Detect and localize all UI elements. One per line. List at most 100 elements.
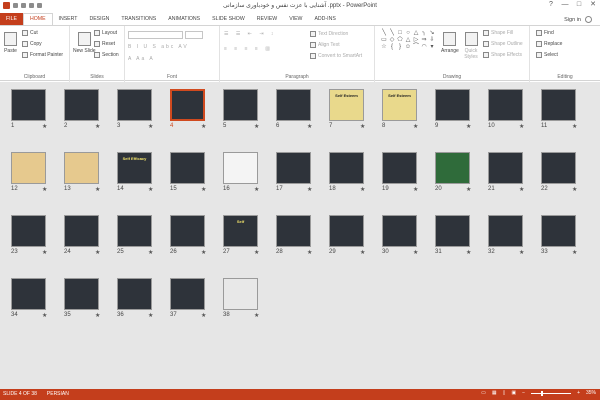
align-buttons[interactable]: ≡ ≡ ≡ ≡ ▥ bbox=[224, 46, 273, 52]
avatar[interactable] bbox=[585, 16, 592, 23]
slide-thumbnail[interactable] bbox=[329, 215, 364, 247]
slide-thumbnail[interactable] bbox=[223, 278, 258, 310]
slide-thumbnail[interactable]: Self bbox=[223, 215, 258, 247]
slide-thumbnail[interactable] bbox=[170, 278, 205, 310]
copy-button[interactable]: Copy bbox=[22, 41, 42, 47]
slide-thumbnail[interactable] bbox=[435, 215, 470, 247]
arrange-button[interactable]: Arrange bbox=[441, 32, 459, 54]
transition-star-icon[interactable]: ★ bbox=[360, 249, 365, 256]
normal-view-icon[interactable]: ▭ bbox=[481, 390, 486, 396]
transition-star-icon[interactable]: ★ bbox=[201, 186, 206, 193]
font-color-buttons[interactable]: A Aa A bbox=[128, 56, 155, 62]
slide-thumbnail[interactable] bbox=[223, 89, 258, 121]
list-buttons[interactable]: ☰ ☰ ⇤ ⇥ ↕ bbox=[224, 31, 276, 37]
font-format-buttons[interactable]: B I U S abc AV bbox=[128, 44, 189, 50]
transition-star-icon[interactable]: ★ bbox=[572, 249, 577, 256]
transition-star-icon[interactable]: ★ bbox=[466, 186, 471, 193]
transition-star-icon[interactable]: ★ bbox=[307, 186, 312, 193]
slide-thumbnail[interactable] bbox=[541, 152, 576, 184]
slide-thumbnail[interactable] bbox=[276, 152, 311, 184]
transition-star-icon[interactable]: ★ bbox=[201, 123, 206, 130]
slide-thumbnail[interactable] bbox=[11, 278, 46, 310]
transition-star-icon[interactable]: ★ bbox=[519, 249, 524, 256]
transition-star-icon[interactable]: ★ bbox=[519, 123, 524, 130]
slideshow-icon[interactable]: ▣ bbox=[511, 390, 516, 396]
slide-thumbnail[interactable] bbox=[276, 89, 311, 121]
transition-star-icon[interactable]: ★ bbox=[42, 312, 47, 319]
convert-smartart-button[interactable]: Convert to SmartArt bbox=[310, 53, 362, 59]
transition-star-icon[interactable]: ★ bbox=[201, 312, 206, 319]
transition-star-icon[interactable]: ★ bbox=[42, 249, 47, 256]
section-button[interactable]: Section bbox=[94, 52, 119, 58]
slide-thumbnail[interactable] bbox=[435, 89, 470, 121]
transition-star-icon[interactable]: ★ bbox=[360, 186, 365, 193]
find-button[interactable]: Find bbox=[536, 30, 554, 36]
sign-in[interactable]: Sign in bbox=[564, 16, 592, 23]
slide-thumbnail[interactable]: Self Esteem bbox=[329, 89, 364, 121]
slide-thumbnail[interactable] bbox=[11, 89, 46, 121]
tab-transitions[interactable]: TRANSITIONS bbox=[115, 13, 162, 25]
tab-insert[interactable]: INSERT bbox=[53, 13, 84, 25]
zoom-in-button[interactable]: + bbox=[577, 390, 580, 396]
maximize-icon[interactable]: □ bbox=[572, 0, 586, 10]
transition-star-icon[interactable]: ★ bbox=[307, 123, 312, 130]
help-icon[interactable]: ? bbox=[544, 0, 558, 10]
tab-file[interactable]: FILE bbox=[0, 13, 23, 25]
transition-star-icon[interactable]: ★ bbox=[95, 186, 100, 193]
transition-star-icon[interactable]: ★ bbox=[254, 249, 259, 256]
transition-star-icon[interactable]: ★ bbox=[307, 249, 312, 256]
slide-thumbnail[interactable] bbox=[223, 152, 258, 184]
slide-thumbnail[interactable] bbox=[64, 215, 99, 247]
shapes-gallery[interactable]: ╲ ╲ □ ○ △ ╮ ↘ ▭ ◇ ⬠ △ ▷ ⇒ ⇩ ☆{} ☺ ⌒ ◠ ▾ bbox=[380, 30, 436, 60]
slide-thumbnail[interactable] bbox=[64, 152, 99, 184]
slide-thumbnail[interactable] bbox=[117, 215, 152, 247]
slide-thumbnail[interactable]: Self Efficacy bbox=[117, 152, 152, 184]
shape-fill-button[interactable]: Shape Fill bbox=[483, 30, 513, 36]
cut-button[interactable]: Cut bbox=[22, 30, 38, 36]
transition-star-icon[interactable]: ★ bbox=[254, 312, 259, 319]
transition-star-icon[interactable]: ★ bbox=[413, 249, 418, 256]
transition-star-icon[interactable]: ★ bbox=[148, 312, 153, 319]
transition-star-icon[interactable]: ★ bbox=[201, 249, 206, 256]
transition-star-icon[interactable]: ★ bbox=[572, 123, 577, 130]
transition-star-icon[interactable]: ★ bbox=[42, 123, 47, 130]
transition-star-icon[interactable]: ★ bbox=[148, 249, 153, 256]
slide-thumbnail[interactable] bbox=[276, 215, 311, 247]
shape-outline-button[interactable]: Shape Outline bbox=[483, 41, 523, 47]
slide-thumbnail[interactable] bbox=[64, 89, 99, 121]
transition-star-icon[interactable]: ★ bbox=[95, 312, 100, 319]
slide-thumbnail[interactable] bbox=[488, 215, 523, 247]
layout-button[interactable]: Layout bbox=[94, 30, 117, 36]
tab-home[interactable]: HOME bbox=[22, 13, 53, 25]
transition-star-icon[interactable]: ★ bbox=[148, 123, 153, 130]
slide-thumbnail[interactable] bbox=[117, 278, 152, 310]
slide-thumbnail[interactable] bbox=[11, 215, 46, 247]
slide-thumbnail[interactable] bbox=[488, 152, 523, 184]
slide-thumbnail[interactable] bbox=[170, 152, 205, 184]
slide-thumbnail[interactable] bbox=[541, 215, 576, 247]
quick-styles-button[interactable]: Quick Styles bbox=[461, 32, 481, 60]
transition-star-icon[interactable]: ★ bbox=[413, 123, 418, 130]
transition-star-icon[interactable]: ★ bbox=[254, 123, 259, 130]
tab-slide-show[interactable]: SLIDE SHOW bbox=[206, 13, 251, 25]
slide-thumbnail[interactable] bbox=[541, 89, 576, 121]
format-painter-button[interactable]: Format Painter bbox=[22, 52, 63, 58]
tab-add-ins[interactable]: ADD-INS bbox=[308, 13, 341, 25]
reset-button[interactable]: Reset bbox=[94, 41, 115, 47]
paste-button[interactable]: Paste bbox=[4, 32, 17, 54]
new-slide-button[interactable]: New Slide bbox=[73, 32, 96, 54]
slide-thumbnail[interactable] bbox=[382, 215, 417, 247]
transition-star-icon[interactable]: ★ bbox=[95, 249, 100, 256]
slide-thumbnail[interactable] bbox=[382, 152, 417, 184]
slide-thumbnail[interactable] bbox=[329, 152, 364, 184]
align-text-button[interactable]: Align Text bbox=[310, 42, 340, 48]
close-icon[interactable]: ✕ bbox=[586, 0, 600, 10]
transition-star-icon[interactable]: ★ bbox=[360, 123, 365, 130]
replace-button[interactable]: Replace bbox=[536, 41, 562, 47]
transition-star-icon[interactable]: ★ bbox=[519, 186, 524, 193]
select-button[interactable]: Select bbox=[536, 52, 558, 58]
slide-thumbnail[interactable] bbox=[11, 152, 46, 184]
reading-view-icon[interactable]: ▯ bbox=[503, 390, 506, 396]
zoom-out-button[interactable]: − bbox=[522, 390, 525, 396]
font-name-select[interactable] bbox=[128, 31, 183, 39]
